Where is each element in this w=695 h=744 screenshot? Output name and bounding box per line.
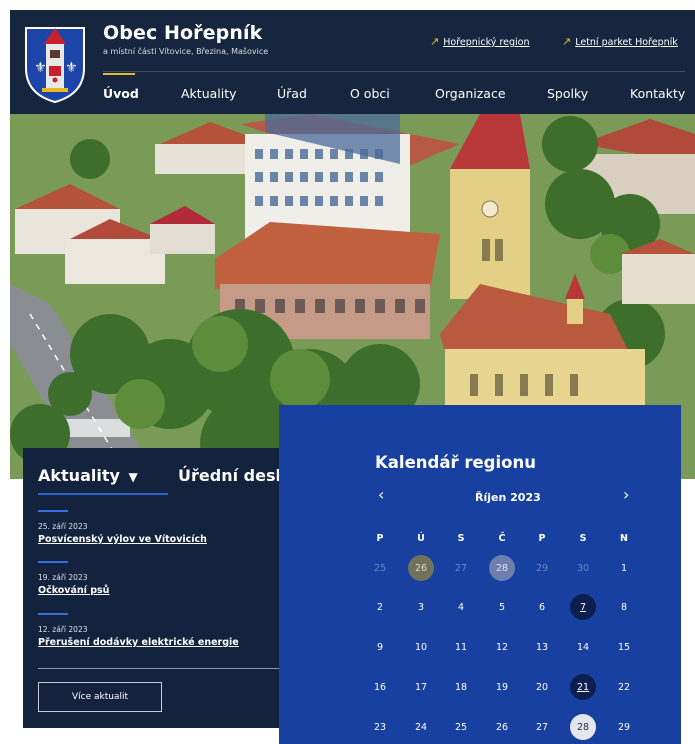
link-label: Hořepnický region (443, 37, 530, 48)
weekday-header: P (376, 533, 384, 544)
nav-organizace[interactable]: Organizace (435, 86, 506, 101)
calendar-day[interactable]: 4 (448, 594, 474, 620)
svg-text:⚜: ⚜ (34, 60, 47, 76)
calendar-day[interactable]: 10 (408, 634, 434, 660)
news-item-accent (38, 561, 68, 563)
weekday-header: Č (498, 533, 506, 544)
calendar-day[interactable]: 2 (367, 594, 393, 620)
calendar-day[interactable]: 27 (529, 714, 555, 740)
calendar-day[interactable]: 16 (367, 674, 393, 700)
svg-text:⚜: ⚜ (65, 60, 78, 76)
news-item-accent (38, 613, 68, 615)
calendar-day[interactable]: 14 (570, 634, 596, 660)
news-item: 19. září 2023 Očkování psů (38, 561, 109, 596)
caret-down-icon: ▼ (128, 470, 138, 484)
nav-active-indicator (103, 73, 135, 75)
news-date: 12. září 2023 (38, 625, 88, 634)
nav-spolky[interactable]: Spolky (547, 86, 588, 101)
news-item: 25. září 2023 Posvícenský výlov ve Vítov… (38, 510, 207, 545)
link-label: Letní parket Hořepník (575, 37, 678, 48)
news-headline-link[interactable]: Očkování psů (38, 585, 109, 596)
calendar-day[interactable]: 24 (408, 714, 434, 740)
calendar-day[interactable]: 29 (611, 714, 637, 740)
prev-month-arrow-icon[interactable]: ‹ (378, 485, 384, 504)
weekday-header: S (579, 533, 587, 544)
calendar-day[interactable]: 20 (529, 674, 555, 700)
calendar-day[interactable]: 28 (489, 555, 515, 581)
calendar-day[interactable]: 3 (408, 594, 434, 620)
news-date: 25. září 2023 (38, 522, 88, 531)
header-divider (103, 71, 685, 72)
calendar-day[interactable]: 18 (448, 674, 474, 700)
tab-aktuality-label: Aktuality (38, 466, 120, 485)
region-calendar: Kalendář regionu ‹ Říjen 2023 › P Ú S Č P S N 2… (279, 405, 681, 744)
tab-aktuality[interactable]: Aktuality ▼ (38, 466, 138, 485)
calendar-day[interactable]: 25 (448, 714, 474, 740)
calendar-day[interactable]: 29 (529, 555, 555, 581)
calendar-day[interactable]: 30 (570, 555, 596, 581)
site-subtitle: a místní části Vítovice, Březina, Mašovi… (103, 47, 269, 56)
calendar-day[interactable]: 13 (529, 634, 555, 660)
active-tab-underline (38, 493, 168, 495)
calendar-day[interactable]: 26 (489, 714, 515, 740)
calendar-day[interactable]: 6 (529, 594, 555, 620)
calendar-day[interactable]: 8 (611, 594, 637, 620)
calendar-day[interactable]: 19 (489, 674, 515, 700)
more-news-button[interactable]: Více aktualit (38, 682, 162, 712)
nav-urad[interactable]: Úřad (277, 86, 307, 101)
weekday-header: N (620, 533, 628, 544)
news-date: 19. září 2023 (38, 573, 88, 582)
coat-of-arms-logo[interactable]: ⚜ ⚜ (22, 18, 88, 104)
calendar-day[interactable]: 22 (611, 674, 637, 700)
nav-uvod[interactable]: Úvod (103, 86, 139, 101)
weekday-header: S (457, 533, 465, 544)
calendar-day[interactable]: 5 (489, 594, 515, 620)
next-month-arrow-icon[interactable]: › (623, 485, 629, 504)
external-link-icon: ↗ (430, 35, 440, 48)
calendar-title: Kalendář regionu (375, 453, 536, 472)
calendar-day[interactable]: 28 (570, 714, 596, 740)
calendar-day[interactable]: 25 (367, 555, 393, 581)
weekday-header: P (538, 533, 546, 544)
calendar-day[interactable]: 1 (611, 555, 637, 581)
calendar-day[interactable]: 26 (408, 555, 434, 581)
news-headline-link[interactable]: Přerušení dodávky elektrické energie (38, 637, 239, 648)
calendar-day[interactable]: 23 (367, 714, 393, 740)
site-title[interactable]: Obec Hořepník (103, 22, 262, 44)
external-link-icon: ↗ (562, 35, 572, 48)
calendar-day[interactable]: 11 (448, 634, 474, 660)
news-item-accent (38, 510, 68, 512)
news-item: 12. září 2023 Přerušení dodávky elektric… (38, 613, 239, 648)
calendar-day[interactable]: 9 (367, 634, 393, 660)
weekday-header: Ú (417, 533, 425, 544)
main-nav: Úvod Aktuality Úřad O obci Organizace Sp… (103, 86, 689, 106)
nav-aktuality[interactable]: Aktuality (181, 86, 237, 101)
nav-o-obci[interactable]: O obci (350, 86, 390, 101)
link-letni-parket[interactable]: ↗ Letní parket Hořepník (562, 35, 678, 48)
calendar-day[interactable]: 17 (408, 674, 434, 700)
calendar-day[interactable]: 12 (489, 634, 515, 660)
calendar-month: Říjen 2023 (475, 491, 541, 504)
calendar-day[interactable]: 27 (448, 555, 474, 581)
site-header: ⚜ ⚜ Obec Hořepník a místní části Vítovic… (10, 10, 695, 114)
news-headline-link[interactable]: Posvícenský výlov ve Vítovicích (38, 534, 207, 545)
calendar-day[interactable]: 21 (570, 674, 596, 700)
nav-kontakty[interactable]: Kontakty (630, 86, 685, 101)
calendar-day[interactable]: 15 (611, 634, 637, 660)
link-horepnicky-region[interactable]: ↗ Hořepnický region (430, 35, 529, 48)
calendar-day[interactable]: 7 (570, 594, 596, 620)
